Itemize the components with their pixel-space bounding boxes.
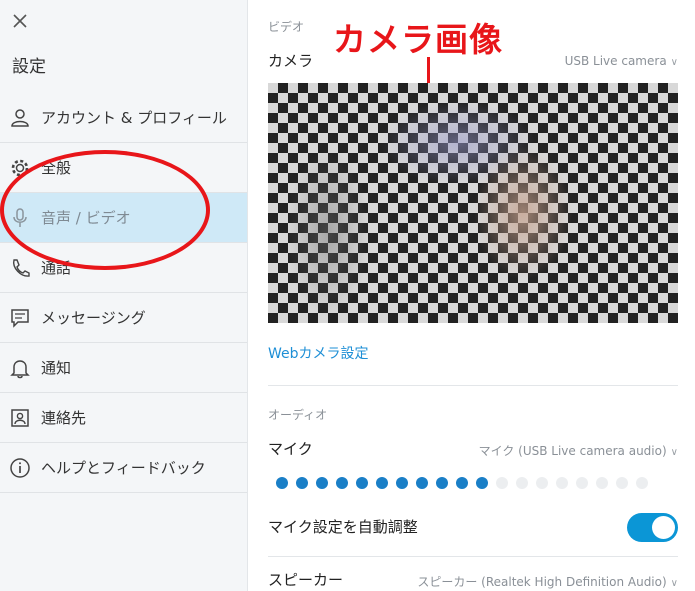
bell-icon [9, 357, 31, 379]
microphone-select[interactable]: マイク (USB Live camera audio) ∨ [479, 442, 678, 459]
mic-level-dot [436, 477, 448, 489]
camera-label: カメラ [268, 52, 314, 70]
mic-level-dot [576, 477, 588, 489]
mic-level-dot [636, 477, 648, 489]
sidebar-item-notifications[interactable]: 通知 [0, 343, 247, 393]
sidebar-item-label: アカウント & プロフィール [41, 109, 227, 127]
microphone-label: マイク [268, 440, 313, 458]
speaker-label: スピーカー [268, 571, 344, 589]
mic-level-dot [316, 477, 328, 489]
camera-select[interactable]: USB Live camera ∨ [565, 54, 678, 68]
close-icon[interactable] [10, 11, 30, 31]
sidebar-item-label: 連絡先 [41, 409, 87, 427]
sidebar-item-messaging[interactable]: メッセージング [0, 293, 247, 343]
annotation-pointer-line [427, 57, 430, 83]
auto-adjust-mic-label: マイク設定を自動調整 [268, 518, 418, 536]
chevron-down-icon: ∨ [670, 578, 678, 589]
section-divider [268, 385, 678, 386]
webcam-settings-link[interactable]: Webカメラ設定 [268, 343, 369, 363]
auto-adjust-mic-toggle[interactable] [627, 513, 678, 542]
sidebar-item-label: メッセージング [41, 309, 146, 327]
settings-sidebar: 設定 アカウント & プロフィール 全般 音声 / ビデオ 通話 メッセージング… [0, 0, 248, 591]
chevron-down-icon: ∨ [670, 447, 678, 458]
sidebar-item-contacts[interactable]: 連絡先 [0, 393, 247, 443]
info-icon [9, 457, 31, 479]
sidebar-item-help-feedback[interactable]: ヘルプとフィードバック [0, 443, 247, 493]
sidebar-item-label: 通知 [41, 359, 72, 377]
mic-level-dot [456, 477, 468, 489]
mic-level-dot [616, 477, 628, 489]
camera-preview [268, 83, 678, 323]
mic-level-dot [556, 477, 568, 489]
microphone-level-meter [276, 477, 676, 491]
mic-level-dot [476, 477, 488, 489]
camera-preview-image [268, 83, 678, 323]
mic-level-dot [416, 477, 428, 489]
chat-icon [9, 307, 31, 329]
section-divider [268, 556, 678, 557]
microphone-select-value: マイク (USB Live camera audio) [478, 444, 667, 458]
person-icon [9, 107, 31, 129]
chevron-down-icon: ∨ [670, 57, 678, 68]
audio-section-label: オーディオ [268, 408, 328, 422]
mic-level-dot [376, 477, 388, 489]
sidebar-item-account-profile[interactable]: アカウント & プロフィール [0, 93, 247, 143]
mic-level-dot [356, 477, 368, 489]
speaker-select[interactable]: スピーカー (Realtek High Definition Audio) ∨ [417, 573, 678, 590]
mic-level-dot [496, 477, 508, 489]
camera-select-value: USB Live camera [564, 54, 667, 68]
mic-level-dot [296, 477, 308, 489]
speaker-select-value: スピーカー (Realtek High Definition Audio) [417, 575, 667, 589]
annotation-highlight-ellipse [0, 150, 210, 270]
video-section-label: ビデオ [268, 20, 305, 34]
mic-level-dot [516, 477, 528, 489]
camera-image-annotation: カメラ画像 [333, 20, 503, 59]
settings-content: ビデオ カメラ USB Live camera ∨ Webカメラ設定 オーディオ … [248, 0, 695, 591]
contact-card-icon [9, 407, 31, 429]
settings-title: 設定 [12, 57, 46, 77]
mic-level-dot [276, 477, 288, 489]
phone-icon [9, 257, 31, 279]
sidebar-item-label: ヘルプとフィードバック [41, 459, 206, 477]
toggle-knob [652, 516, 675, 539]
mic-level-dot [596, 477, 608, 489]
mic-level-dot [336, 477, 348, 489]
mic-level-dot [396, 477, 408, 489]
mic-level-dot [536, 477, 548, 489]
